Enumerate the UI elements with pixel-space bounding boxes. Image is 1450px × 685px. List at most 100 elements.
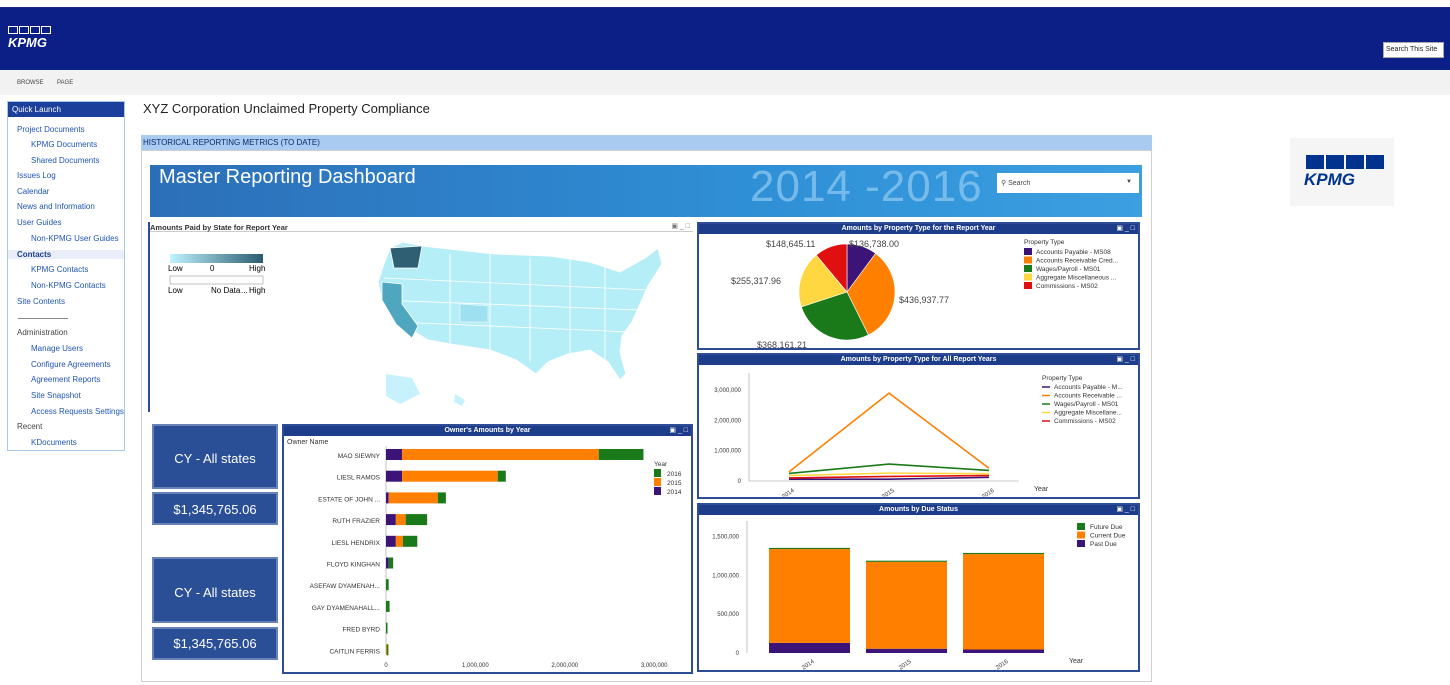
nav-item-20[interactable]: KDocuments [31,438,77,447]
pie-legend-label: Commissions - MS02 [1036,283,1098,290]
nav-divider [18,318,68,319]
line-x-label: Year [1034,486,1049,493]
owner-bar-2014 [386,470,403,482]
kpmg-logo[interactable]: KPMG [8,26,51,50]
nav-item-6[interactable]: News and Information [17,202,95,211]
owner-bar-2014 [386,557,389,569]
us-states-shape[interactable] [377,241,663,381]
nav-item-14[interactable]: Manage Users [31,344,83,353]
pie-chart[interactable]: $136,738.00 $436,937.77 $368,161.21 $255,31… [699,234,1138,348]
map-title-bar: Amounts Paid by State for Report Year ▣ … [150,222,693,232]
window-controls-icon[interactable]: ▣ _ □ [669,426,688,434]
nav-item-7[interactable]: User Guides [17,218,61,227]
owner-bar-2016 [388,557,394,569]
tab-page[interactable]: PAGE [57,80,73,86]
window-controls-icon[interactable]: ▣ _ □ [1116,355,1135,363]
hawaii-state[interactable] [454,394,465,406]
nav-item-16[interactable]: Agreement Reports [31,375,100,384]
owner-legend-title: Year [654,461,668,468]
section-header: HISTORICAL REPORTING METRICS (TO DATE) [141,135,1152,150]
window-controls-icon[interactable]: ▣ _ □ [1116,224,1135,232]
due-chart-title: Amounts by Due Status [879,506,958,513]
nav-item-11[interactable]: Non-KPMG Contacts [31,281,106,290]
due-x-label: Year [1069,658,1084,665]
owner-name-tick: RUTH FRAZIER [332,518,380,525]
line-x-tick: 2014 [781,488,796,497]
pie-legend-swatch [1024,256,1032,264]
owner-name-tick: FLOYD KINGHAN [327,562,380,569]
nav-item-17[interactable]: Site Snapshot [31,391,81,400]
owner-bar-2016 [405,514,428,526]
line-legend-label: Aggregate Miscellane... [1054,410,1122,417]
due-bar-Future Due [866,560,947,562]
nav-item-10[interactable]: KPMG Contacts [31,265,88,274]
dashboard-search-input[interactable]: ⚲ Search ▼ [997,173,1139,193]
owner-bar-chart[interactable]: Owner Name MAO SIEWNY LIESL RAMOS ESTATE OF… [284,436,691,672]
due-x-tick: 2016 [995,659,1010,670]
legend-zero: 0 [210,264,215,273]
due-bar-Future Due [963,552,1044,555]
nav-item-13: Administration [17,328,68,337]
legend-nodata: No Data [211,286,241,295]
nav-item-5[interactable]: Calendar [17,187,49,196]
legend-ellipsis: ... [241,286,248,295]
colorado-state[interactable] [459,303,489,323]
line-chart[interactable]: 0 1,000,000 2,000,000 3,000,000 2014 2015 2016… [699,365,1138,497]
nav-item-1[interactable]: Project Documents [17,125,85,134]
owner-bar-2015 [388,492,438,504]
ribbon: BROWSE PAGE [0,70,1450,95]
window-controls-icon[interactable]: ▣ _ □ [671,222,690,230]
pie-legend-label: Accounts Payable - MS08 [1036,249,1111,256]
alaska-state[interactable] [386,374,420,404]
kpi-value-1: $1,345,765.06 [152,492,278,525]
washington-state[interactable] [389,245,423,269]
pie-data-label: $436,937.77 [899,295,949,305]
nav-item-2[interactable]: KPMG Documents [31,140,97,149]
page-title: XYZ Corporation Unclaimed Property Compl… [143,101,430,116]
owner-bar-2016 [437,492,446,504]
search-site-input[interactable]: Search This Site [1383,42,1444,58]
kpi-value-2: $1,345,765.06 [152,627,278,660]
map-legend-gradient-fill [170,254,263,263]
nav-item-4[interactable]: Issues Log [17,171,56,180]
nav-item-9[interactable]: Contacts [8,250,124,259]
owner-legend-label: 2016 [667,471,682,478]
us-map[interactable]: Low 0 High Low No Data ... High [150,234,693,412]
tab-browse[interactable]: BROWSE [17,80,44,86]
due-x-tick: 2014 [801,659,816,670]
pie-legend-label: Wages/Payroll - MS01 [1036,266,1101,273]
nav-item-19: Recent [17,422,43,431]
line-legend-label: Commissions - MS02 [1054,418,1116,425]
owner-bar-2016 [386,600,390,612]
chevron-down-icon[interactable]: ▼ [1126,179,1132,185]
owner-legend-swatch [654,469,661,477]
due-chart-title-bar: Amounts by Due Status ▣ _ □ [699,505,1138,515]
nav-item-3[interactable]: Shared Documents [31,156,99,165]
suite-bar [0,0,1450,8]
pie-legend-label: Accounts Receivable Cred... [1036,258,1118,265]
nav-item-18[interactable]: Access Requests Settings [31,407,124,416]
line-series-2 [788,392,990,473]
window-controls-icon[interactable]: ▣ _ □ [1116,505,1135,513]
due-bar-Future Due [769,547,850,550]
due-status-chart[interactable]: 0 500,000 1,000,000 1,500,000 2014 2015 2016 Ye… [699,515,1138,670]
pie-data-label: $136,738.00 [849,239,899,249]
pie-legend-swatch [1024,282,1032,289]
nav-item-8[interactable]: Non-KPMG User Guides [31,234,119,243]
owner-x-tick: 3,000,000 [641,663,668,669]
nav-item-12[interactable]: Site Contents [17,297,65,306]
due-bar-Current Due [866,561,947,649]
map-legend-nodata [169,275,264,285]
due-chart-frame: Amounts by Due Status ▣ _ □ 0 500,000 1,00… [697,503,1140,672]
nav-item-15[interactable]: Configure Agreements [31,360,111,369]
pie-legend-label: Aggregate Miscellaneous ... [1036,275,1116,282]
due-y-tick: 0 [736,651,740,657]
due-bar-Current Due [769,549,850,643]
pie-data-label: $255,317.96 [731,276,781,286]
legend-high-2: High [249,286,265,295]
owner-bar-2014 [386,449,403,460]
legend-high: High [249,264,265,273]
owner-bar-2015 [402,449,599,460]
owner-bar-2015 [402,470,498,482]
pie-chart-title-bar: Amounts by Property Type for the Report … [699,224,1138,234]
